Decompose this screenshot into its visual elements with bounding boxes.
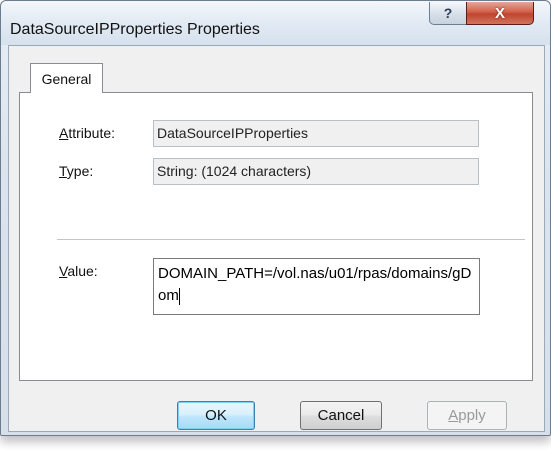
attribute-field[interactable]: DataSourceIPProperties bbox=[153, 120, 479, 147]
dialog-client-area: General Attribute: DataSourceIPPropertie… bbox=[8, 45, 545, 432]
question-mark-icon: ? bbox=[443, 5, 453, 21]
apply-button-rest: pply bbox=[458, 407, 486, 424]
apply-button-accel: A bbox=[448, 407, 459, 424]
value-text-area[interactable]: DOMAIN_PATH=/vol.nas/u01/rpas/domains/gD… bbox=[153, 258, 480, 315]
cancel-button[interactable]: Cancel bbox=[300, 401, 382, 430]
help-button[interactable]: ? bbox=[429, 2, 467, 25]
type-label-rest: ype: bbox=[66, 163, 94, 179]
type-field[interactable]: String: (1024 characters) bbox=[153, 158, 479, 185]
value-text: DOMAIN_PATH=/vol.nas/u01/rpas/domains/gD… bbox=[158, 265, 472, 304]
close-icon: X bbox=[494, 4, 505, 22]
separator-line bbox=[57, 239, 525, 241]
title-bar[interactable]: DataSourceIPProperties Properties ? X bbox=[1, 1, 550, 45]
attribute-label-accel: A bbox=[59, 125, 69, 141]
text-caret bbox=[178, 287, 180, 305]
tab-general[interactable]: General bbox=[30, 63, 103, 93]
general-tab-panel: Attribute: DataSourceIPProperties Type: … bbox=[19, 92, 533, 381]
close-button[interactable]: X bbox=[466, 2, 534, 25]
attribute-label: Attribute: bbox=[59, 125, 115, 141]
window-title: DataSourceIPProperties Properties bbox=[10, 21, 260, 38]
type-label-accel: T bbox=[59, 163, 67, 179]
apply-button[interactable]: Apply bbox=[427, 401, 507, 430]
ok-button[interactable]: OK bbox=[177, 401, 255, 430]
type-label: Type: bbox=[59, 163, 93, 179]
value-label: Value: bbox=[59, 263, 98, 279]
properties-dialog: DataSourceIPProperties Properties ? X Ge… bbox=[0, 0, 551, 436]
attribute-label-rest: ttribute: bbox=[68, 125, 116, 141]
value-label-rest: alue: bbox=[67, 263, 98, 279]
